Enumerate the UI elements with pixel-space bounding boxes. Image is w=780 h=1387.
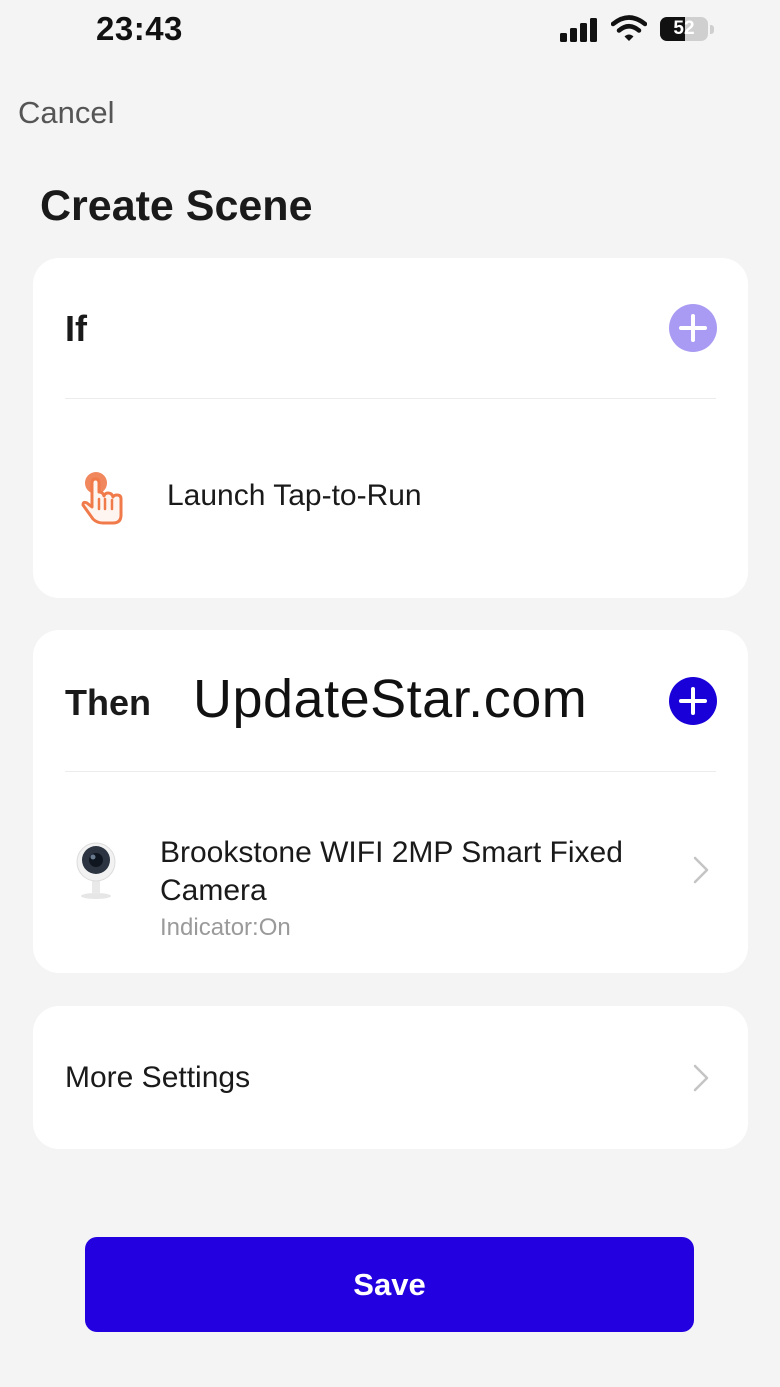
camera-icon — [76, 842, 116, 899]
add-condition-button[interactable] — [669, 304, 717, 352]
action-title: Brookstone WIFI 2MP Smart Fixed Camera — [160, 836, 623, 907]
battery-icon: 52 — [660, 17, 716, 43]
then-heading: Then — [65, 682, 151, 723]
signal-icon — [560, 18, 597, 42]
page-title: Create Scene — [40, 182, 313, 230]
save-button[interactable]: Save — [85, 1237, 694, 1332]
more-settings-card: More Settings — [33, 1006, 748, 1149]
status-time: 23:43 — [96, 10, 183, 47]
status-bar: 23:43 52 — [0, 0, 780, 60]
if-card: If Launch Tap-to-Run — [33, 258, 748, 598]
tap-hand-icon — [81, 472, 123, 525]
then-card: Then UpdateStar.com Brookstone WIFI 2MP … — [33, 630, 748, 973]
action-row[interactable]: Brookstone WIFI 2MP Smart Fixed Camera I… — [33, 772, 748, 973]
add-action-button[interactable] — [669, 677, 717, 725]
more-settings-label: More Settings — [65, 1061, 251, 1094]
battery-body: 52 — [660, 17, 708, 41]
plus-icon — [669, 677, 717, 725]
watermark: UpdateStar.com — [193, 669, 588, 729]
more-settings-row[interactable]: More Settings — [33, 1006, 748, 1149]
cancel-button[interactable]: Cancel — [18, 95, 115, 131]
plus-icon — [669, 304, 717, 352]
condition-label: Launch Tap-to-Run — [167, 479, 422, 512]
battery-tip — [710, 25, 714, 34]
wifi-icon — [611, 15, 647, 41]
chevron-right-icon — [693, 856, 709, 884]
chevron-right-icon — [693, 1064, 709, 1092]
battery-level: 52 — [673, 18, 695, 39]
condition-row[interactable]: Launch Tap-to-Run — [33, 399, 748, 598]
action-subtitle: Indicator:On — [160, 914, 291, 941]
if-heading: If — [65, 308, 87, 349]
